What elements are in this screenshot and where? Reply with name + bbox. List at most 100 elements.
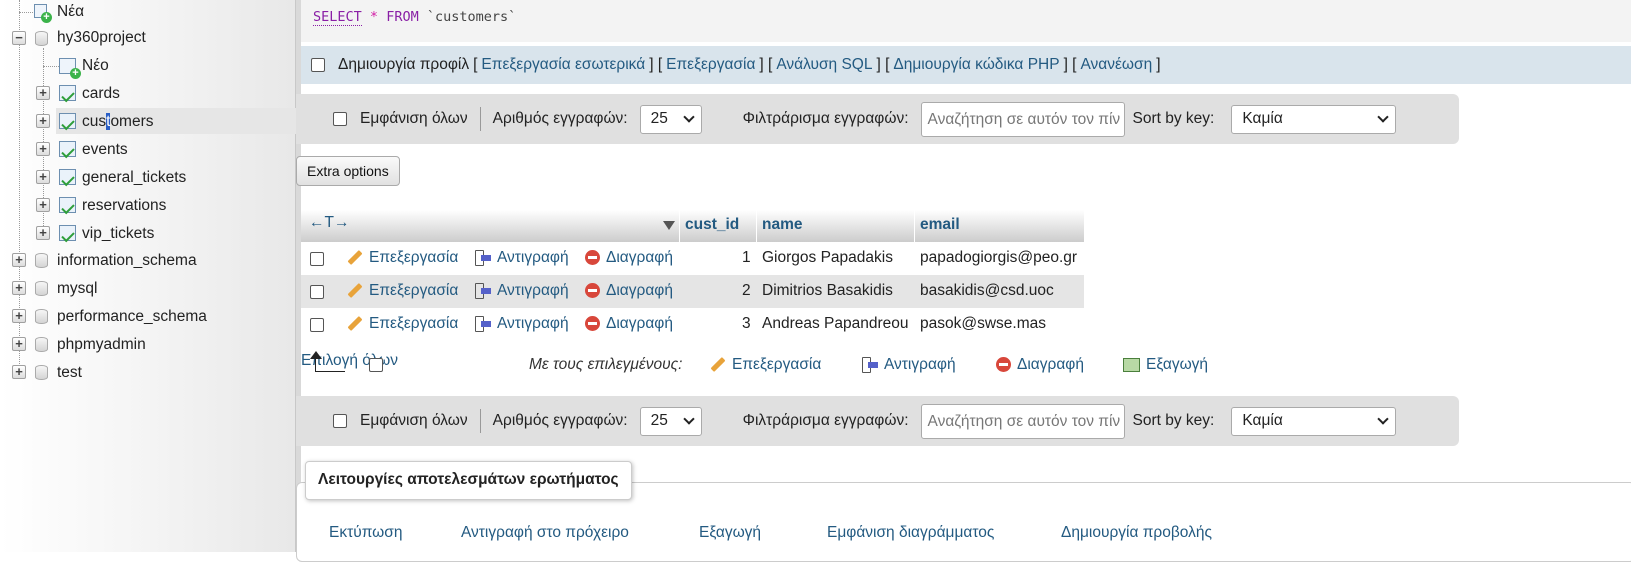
export-link[interactable]: Εξαγωγή xyxy=(699,524,761,542)
table-row: Επεξεργασία Αντιγραφή Διαγραφή 1 Giorgos… xyxy=(301,242,1084,275)
tree-item-db-information-schema[interactable]: information_schema xyxy=(57,248,197,274)
print-link[interactable]: Εκτύπωση xyxy=(329,524,402,542)
cell-cust-id[interactable]: 3 xyxy=(742,315,751,333)
pencil-icon xyxy=(710,357,726,373)
table-icon xyxy=(59,85,76,101)
tree-item-db-mysql[interactable]: mysql xyxy=(57,276,97,302)
row-checkbox[interactable] xyxy=(310,252,324,266)
create-php-code-link[interactable]: Δημιουργία κώδικα PHP xyxy=(893,56,1059,74)
create-view-link[interactable]: Δημιουργία προβολής xyxy=(1061,524,1212,542)
column-resize-options-icon[interactable]: ←T→ xyxy=(309,214,349,232)
tree-item-label: reservations xyxy=(82,197,167,214)
tree-item-table-general-tickets[interactable]: general_tickets xyxy=(82,165,186,191)
sort-dropdown-icon[interactable] xyxy=(663,221,675,230)
column-header-name[interactable]: name xyxy=(762,216,803,234)
sort-by-key-select[interactable]: Καμία xyxy=(1231,406,1397,436)
filter-rows-input[interactable]: Αναζήτηση σε αυτόν τον πίν xyxy=(920,101,1125,137)
tree-item-new-table[interactable]: Νέο xyxy=(82,53,109,79)
expand-icon[interactable]: + xyxy=(36,114,50,128)
cell-cust-id[interactable]: 1 xyxy=(742,249,751,267)
show-all-checkbox[interactable] xyxy=(333,414,347,428)
row-delete-link[interactable]: Διαγραφή xyxy=(585,282,673,300)
expand-icon[interactable]: + xyxy=(36,198,50,212)
expand-icon[interactable]: + xyxy=(36,226,50,240)
profiling-checkbox[interactable] xyxy=(311,58,325,72)
row-delete-link[interactable]: Διαγραφή xyxy=(585,249,673,267)
bulk-edit-button[interactable]: Επεξεργασία xyxy=(710,356,821,374)
bulk-delete-button[interactable]: Διαγραφή xyxy=(996,356,1084,374)
edit-link[interactable]: Επεξεργασία xyxy=(666,56,755,74)
delete-icon xyxy=(996,357,1011,373)
tree-item-db-performance-schema[interactable]: performance_schema xyxy=(57,304,207,330)
tree-item-table-vip-tickets[interactable]: vip_tickets xyxy=(82,221,154,247)
refresh-link[interactable]: Ανανέωση xyxy=(1080,56,1152,74)
bulk-export-button[interactable]: Εξαγωγή xyxy=(1123,356,1208,374)
show-all-label: Εμφάνιση όλων xyxy=(360,110,468,127)
cell-name[interactable]: Dimitrios Basakidis xyxy=(762,282,893,300)
tree-item-table-cards[interactable]: cards xyxy=(82,81,120,107)
row-copy-link[interactable]: Αντιγραφή xyxy=(475,315,569,333)
expand-icon[interactable]: + xyxy=(12,309,26,323)
navigation-controls-bottom: Εμφάνιση όλων Αριθμός εγγραφών: 25 Φιλτρ… xyxy=(296,396,1459,446)
tree-item-table-events[interactable]: events xyxy=(82,137,128,163)
collapse-icon[interactable]: − xyxy=(12,31,26,45)
results-table: ←T→ cust_id name email Επεξεργασία Αντιγ… xyxy=(301,210,1084,341)
tree-item-db-phpmyadmin[interactable]: phpmyadmin xyxy=(57,332,146,358)
row-checkbox[interactable] xyxy=(310,318,324,332)
display-chart-link[interactable]: Εμφάνιση διαγράμματος xyxy=(827,524,994,542)
row-delete-link[interactable]: Διαγραφή xyxy=(585,315,673,333)
tree-item-table-reservations[interactable]: reservations xyxy=(82,193,166,219)
tree-item-db-hy360project[interactable]: hy360project xyxy=(57,25,146,51)
row-edit-link[interactable]: Επεξεργασία xyxy=(347,282,458,300)
expand-icon[interactable]: + xyxy=(36,142,50,156)
column-header-cust-id[interactable]: cust_id xyxy=(685,216,739,234)
expand-icon[interactable]: + xyxy=(36,170,50,184)
expand-icon[interactable]: + xyxy=(12,365,26,379)
show-all-checkbox[interactable] xyxy=(333,112,347,126)
cell-email[interactable]: pasok@swse.mas xyxy=(920,315,1046,333)
navigation-controls-top: Εμφάνιση όλων Αριθμός εγγραφών: 25 Φιλτρ… xyxy=(296,94,1459,144)
cell-cust-id[interactable]: 2 xyxy=(742,282,751,300)
tree-item-label: phpmyadmin xyxy=(57,336,146,353)
tree-item-db-test[interactable]: test xyxy=(57,360,82,386)
edit-inline-link[interactable]: Επεξεργασία εσωτερικά xyxy=(481,56,645,74)
cell-name[interactable]: Giorgos Papadakis xyxy=(762,249,893,267)
pencil-icon xyxy=(347,316,363,332)
cell-name[interactable]: Andreas Papandreou xyxy=(762,315,909,333)
table-icon xyxy=(59,169,76,185)
filter-rows-input[interactable]: Αναζήτηση σε αυτόν τον πίν xyxy=(920,403,1125,439)
extra-options-button[interactable]: Extra options xyxy=(296,156,400,186)
tree-item-new-database[interactable]: Νέα xyxy=(57,0,84,25)
bulk-copy-button[interactable]: Αντιγραφή xyxy=(862,356,956,374)
copy-to-clipboard-link[interactable]: Αντιγραφή στο πρόχειρο xyxy=(461,524,629,542)
rows-count-select[interactable]: 25 xyxy=(639,406,702,436)
divider xyxy=(479,409,481,433)
expand-icon[interactable]: + xyxy=(12,253,26,267)
tree-item-table-customers[interactable]: customers xyxy=(82,109,154,135)
database-icon xyxy=(35,365,48,380)
row-copy-link[interactable]: Αντιγραφή xyxy=(475,249,569,267)
sort-by-key-select[interactable]: Καμία xyxy=(1231,104,1397,134)
arrow-up-icon xyxy=(310,351,345,372)
table-icon xyxy=(59,197,76,213)
cell-email[interactable]: basakidis@csd.uoc xyxy=(920,282,1054,300)
cell-email[interactable]: papadogiorgis@peo.gr xyxy=(920,249,1077,267)
filter-rows-label: Φιλτράρισμα εγγραφών: xyxy=(742,110,909,127)
expand-icon[interactable]: + xyxy=(12,281,26,295)
table-icon xyxy=(59,113,76,129)
rows-count-select[interactable]: 25 xyxy=(639,104,702,134)
column-header-email[interactable]: email xyxy=(920,216,960,234)
tree-item-label: hy360project xyxy=(57,29,146,46)
database-icon xyxy=(35,337,48,352)
expand-icon[interactable]: + xyxy=(12,337,26,351)
database-icon xyxy=(35,31,48,46)
row-copy-link[interactable]: Αντιγραφή xyxy=(475,282,569,300)
row-edit-link[interactable]: Επεξεργασία xyxy=(347,315,458,333)
select-all-checkbox[interactable] xyxy=(369,358,383,372)
row-edit-link[interactable]: Επεξεργασία xyxy=(347,249,458,267)
copy-icon xyxy=(475,315,491,332)
expand-icon[interactable]: + xyxy=(36,86,50,100)
sql-query-display[interactable]: SELECT * FROM `customers` xyxy=(301,0,1631,42)
explain-sql-link[interactable]: Ανάλυση SQL xyxy=(776,56,872,74)
row-checkbox[interactable] xyxy=(310,285,324,299)
